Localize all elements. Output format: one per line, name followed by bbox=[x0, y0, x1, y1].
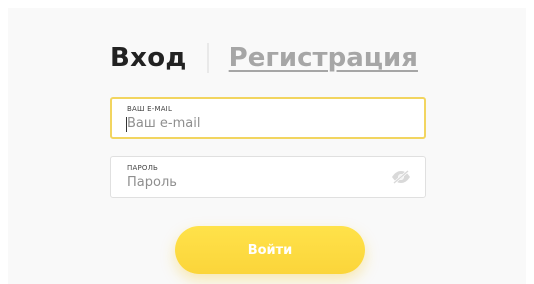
password-input[interactable] bbox=[127, 175, 377, 190]
login-button[interactable]: Войти bbox=[175, 226, 365, 274]
email-field[interactable]: ВАШ E-MAIL bbox=[110, 97, 426, 139]
page: Вход Регистрация ВАШ E-MAIL ПАРОЛЬ Войти bbox=[0, 0, 534, 284]
tab-login[interactable]: Вход bbox=[110, 43, 187, 73]
email-input[interactable] bbox=[127, 116, 377, 131]
password-field[interactable]: ПАРОЛЬ bbox=[110, 156, 426, 198]
tab-register[interactable]: Регистрация bbox=[229, 43, 418, 73]
tab-divider bbox=[206, 43, 209, 73]
email-field-label: ВАШ E-MAIL bbox=[127, 105, 173, 113]
auth-tabs: Вход Регистрация bbox=[110, 40, 418, 76]
eye-slash-icon[interactable] bbox=[391, 170, 411, 184]
password-field-label: ПАРОЛЬ bbox=[127, 164, 159, 172]
